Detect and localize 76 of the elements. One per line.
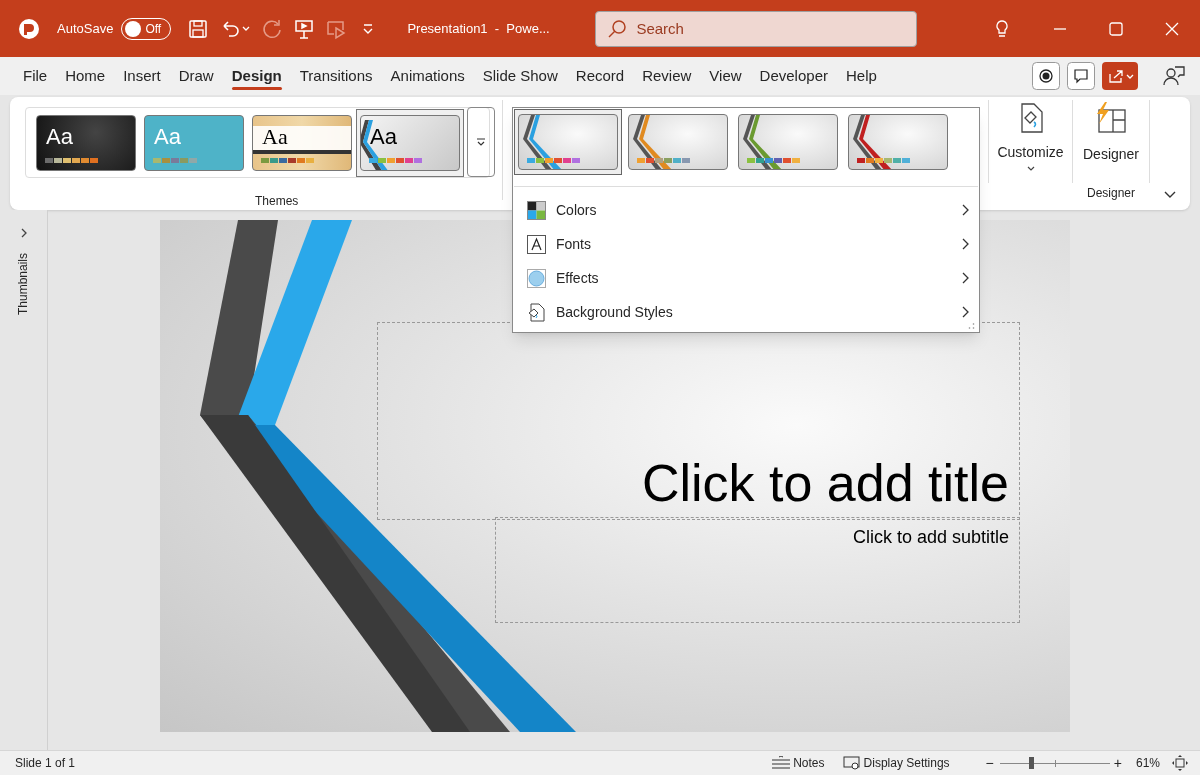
display-settings-button[interactable]: Display Settings: [842, 754, 950, 772]
menu-item[interactable]: Background Styles: [513, 295, 979, 329]
lightbulb-icon[interactable]: [994, 18, 1010, 39]
record-button[interactable]: [1032, 62, 1060, 90]
ribbon-tab[interactable]: Animations: [381, 61, 474, 91]
ribbon-tab[interactable]: Insert: [114, 61, 170, 91]
theme-thumbnail[interactable]: Aa: [248, 108, 356, 177]
ribbon-tab[interactable]: Transitions: [290, 61, 382, 91]
menu-item[interactable]: Fonts: [513, 227, 979, 261]
ribbon-tab[interactable]: Developer: [750, 61, 837, 91]
thumbnails-label[interactable]: Thumbnails: [0, 244, 55, 324]
notes-icon: [771, 756, 792, 770]
theme-preview-text: Aa: [154, 122, 181, 151]
theme-preview-text: Aa: [370, 122, 397, 151]
slide-title-placeholder[interactable]: Click to add title: [641, 457, 1009, 509]
menu-item[interactable]: Effects: [513, 261, 979, 295]
color-swatches: [747, 158, 800, 163]
resize-grip-icon[interactable]: [968, 323, 975, 329]
caret-icon: [1025, 165, 1036, 173]
maximize-icon[interactable]: [1109, 21, 1123, 36]
chevron-right-icon: [961, 238, 969, 250]
ribbon-tab[interactable]: Draw: [169, 61, 223, 91]
effects-circle-icon: [527, 268, 546, 288]
designer-button[interactable]: Designer: [1083, 97, 1139, 165]
menu-item[interactable]: Colors: [513, 193, 979, 227]
app-logo-icon[interactable]: [17, 17, 40, 40]
chevron-right-icon: [961, 204, 969, 216]
autosave-label: AutoSave: [57, 19, 114, 38]
color-swatches: [369, 157, 422, 163]
color-swatches: [45, 157, 98, 163]
color-swatches: [261, 157, 314, 163]
customize-button[interactable]: Customize: [989, 97, 1072, 210]
ribbon-tab[interactable]: Review: [633, 61, 701, 91]
ribbon-tab[interactable]: View: [700, 61, 751, 91]
presentation-icon[interactable]: [293, 17, 316, 40]
save-icon[interactable]: [187, 17, 210, 40]
ribbon-tab[interactable]: Help: [836, 61, 886, 91]
document-title: Presentation1 - Powe...: [407, 19, 551, 38]
gallery-more-button[interactable]: [467, 107, 495, 177]
coauthor-icon[interactable]: [1162, 64, 1186, 88]
slide-subtitle-placeholder[interactable]: Click to add subtitle: [852, 524, 1009, 546]
more-icon: [476, 137, 486, 147]
ribbon-tab[interactable]: Home: [56, 61, 115, 91]
color-swatches: [857, 158, 910, 163]
fit-to-window-icon[interactable]: [1172, 755, 1188, 771]
background-page-icon: [527, 302, 546, 322]
ribbon-tab[interactable]: Slide Show: [473, 61, 567, 91]
chevron-right-icon: [961, 306, 969, 318]
group-label: Themes: [255, 193, 300, 210]
monitor-gear-icon: [842, 756, 861, 770]
zoom-out-button[interactable]: −: [985, 752, 994, 774]
theme-thumbnail[interactable]: Aa: [356, 108, 464, 177]
group-label: Designer: [1087, 185, 1135, 202]
zoom-slider[interactable]: [999, 756, 1110, 770]
notes-button[interactable]: Notes: [771, 754, 825, 772]
color-squares-icon: [527, 200, 546, 220]
slide-counter: Slide 1 of 1: [15, 755, 76, 772]
theme-thumbnail[interactable]: Aa: [32, 108, 140, 177]
close-icon[interactable]: [1165, 21, 1179, 36]
ribbon-tab[interactable]: Design: [222, 61, 291, 91]
search-field[interactable]: Search: [595, 10, 918, 47]
zoom-percent[interactable]: 61%: [1135, 754, 1160, 772]
ribbon-tab[interactable]: Record: [566, 61, 634, 91]
share-button[interactable]: [1102, 62, 1138, 90]
theme-preview-text: Aa: [262, 122, 288, 151]
color-swatches: [637, 158, 690, 163]
zoom-in-button[interactable]: +: [1113, 752, 1122, 774]
collapse-ribbon-icon[interactable]: [1163, 190, 1177, 200]
theme-preview-text: Aa: [46, 122, 73, 151]
comment-button[interactable]: [1067, 62, 1095, 90]
search-icon: [607, 18, 628, 39]
color-swatches: [527, 158, 580, 163]
ribbon-tab[interactable]: File: [14, 61, 57, 91]
color-swatches: [153, 157, 197, 163]
chevron-right-icon: [961, 272, 969, 284]
font-letter-icon: [527, 234, 546, 254]
